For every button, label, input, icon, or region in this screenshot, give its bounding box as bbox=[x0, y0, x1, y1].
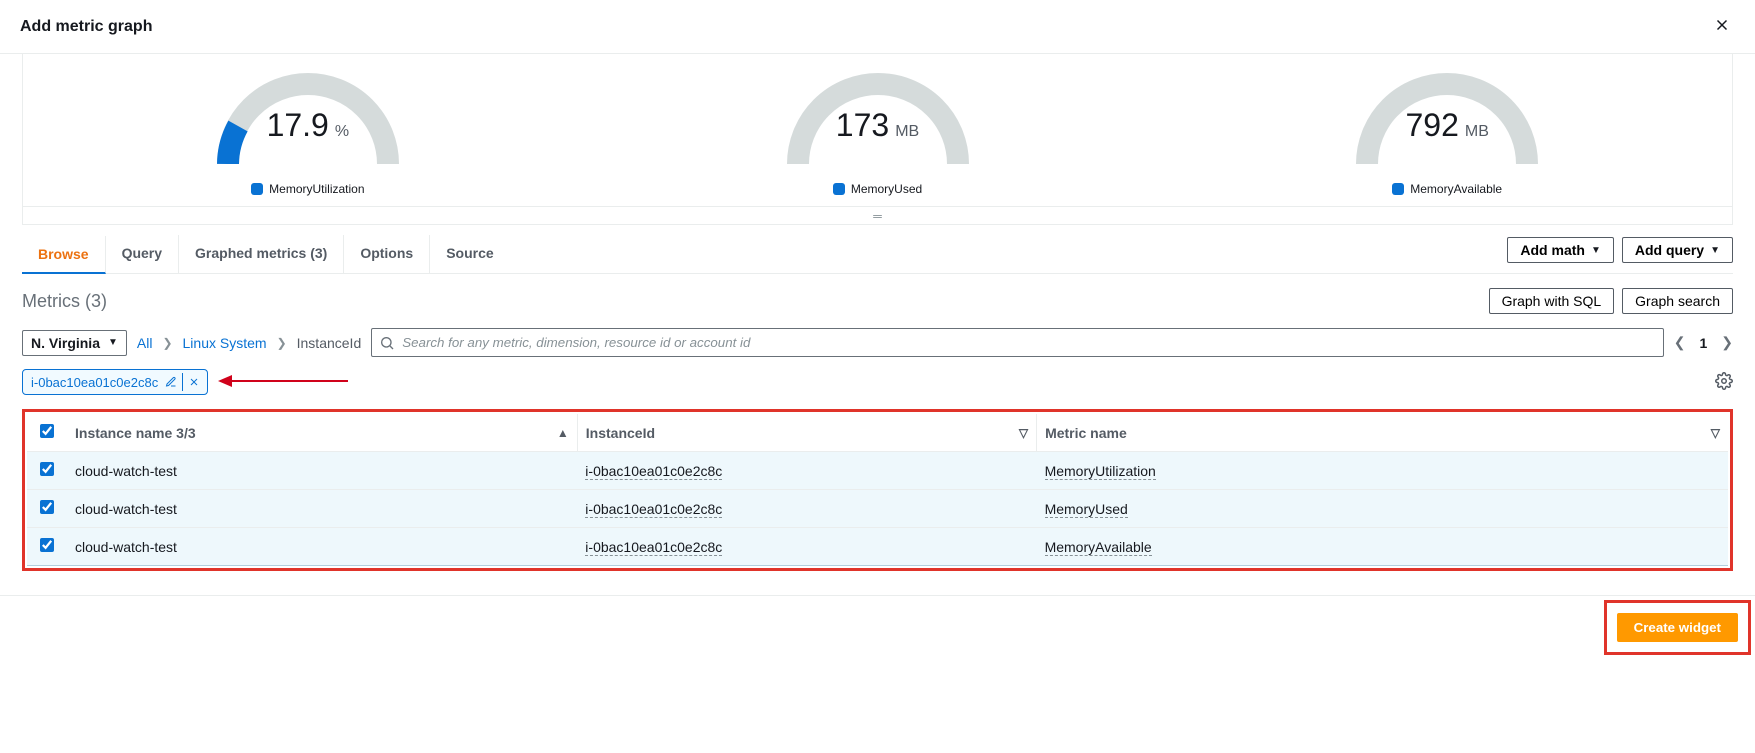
filter-token-remove-button[interactable] bbox=[185, 373, 203, 391]
gauge-memory-utilization: 17.9 % MemoryUtilization bbox=[23, 64, 593, 196]
metrics-heading-row: Metrics (3) Graph with SQL Graph search bbox=[22, 274, 1733, 328]
table-row[interactable]: cloud-watch-test i-0bac10ea01c0e2c8c Mem… bbox=[27, 528, 1728, 566]
tab-source[interactable]: Source bbox=[430, 235, 509, 273]
chevron-right-icon: ❯ bbox=[162, 336, 172, 350]
add-query-button[interactable]: Add query bbox=[1622, 237, 1733, 263]
create-widget-highlight: Create widget bbox=[1604, 600, 1751, 655]
gauge-memory-available: 792 MB MemoryAvailable bbox=[1162, 64, 1732, 196]
filter-token: i-0bac10ea01c0e2c8c bbox=[22, 369, 208, 395]
breadcrumb-all[interactable]: All bbox=[137, 335, 153, 351]
gauge-label: MemoryUtilization bbox=[269, 182, 364, 196]
prev-page-button[interactable]: ❮ bbox=[1674, 334, 1686, 351]
cell-instance-name: cloud-watch-test bbox=[75, 539, 177, 555]
tabs: Browse Query Graphed metrics (3) Options… bbox=[22, 235, 510, 273]
cell-metric[interactable]: MemoryUtilization bbox=[1045, 463, 1156, 480]
gauge-memory-used: 173 MB MemoryUsed bbox=[593, 64, 1163, 196]
settings-button[interactable] bbox=[1715, 372, 1733, 393]
tab-browse[interactable]: Browse bbox=[22, 236, 106, 274]
gear-icon bbox=[1715, 372, 1733, 390]
tabs-row: Browse Query Graphed metrics (3) Options… bbox=[22, 225, 1733, 274]
cell-metric[interactable]: MemoryUsed bbox=[1045, 501, 1128, 518]
tab-graphed-metrics[interactable]: Graphed metrics (3) bbox=[179, 235, 344, 273]
gauge-value: 792 bbox=[1405, 107, 1458, 144]
select-all-checkbox[interactable] bbox=[40, 424, 54, 438]
search-input[interactable] bbox=[371, 328, 1664, 357]
region-selector[interactable]: N. Virginia bbox=[22, 330, 127, 356]
metrics-heading-text: Metrics bbox=[22, 291, 80, 311]
gauge-value: 17.9 bbox=[267, 107, 329, 144]
cell-instanceid[interactable]: i-0bac10ea01c0e2c8c bbox=[585, 539, 722, 556]
gauge-value: 173 bbox=[836, 107, 889, 144]
legend-swatch-icon bbox=[833, 183, 845, 195]
dialog-header: Add metric graph bbox=[0, 0, 1755, 54]
gauge-label: MemoryUsed bbox=[851, 182, 922, 196]
gauge-label: MemoryAvailable bbox=[1410, 182, 1502, 196]
chevron-right-icon: ❯ bbox=[277, 336, 287, 350]
breadcrumb-instanceid: InstanceId bbox=[297, 335, 362, 351]
add-math-button[interactable]: Add math bbox=[1507, 237, 1613, 263]
metrics-heading: Metrics (3) bbox=[22, 291, 107, 312]
tab-options[interactable]: Options bbox=[344, 235, 430, 273]
token-divider bbox=[182, 373, 183, 391]
create-widget-button[interactable]: Create widget bbox=[1617, 613, 1738, 642]
filter-row: N. Virginia All ❯ Linux System ❯ Instanc… bbox=[22, 328, 1733, 357]
cell-instanceid[interactable]: i-0bac10ea01c0e2c8c bbox=[585, 501, 722, 518]
next-page-button[interactable]: ❯ bbox=[1721, 334, 1733, 351]
breadcrumb-linux-system[interactable]: Linux System bbox=[183, 335, 267, 351]
edit-icon bbox=[165, 376, 177, 388]
legend-swatch-icon bbox=[251, 183, 263, 195]
col-metric-name[interactable]: Metric name ▽ bbox=[1037, 414, 1728, 452]
cell-metric[interactable]: MemoryAvailable bbox=[1045, 539, 1152, 556]
cell-instanceid[interactable]: i-0bac10ea01c0e2c8c bbox=[585, 463, 722, 480]
resize-handle[interactable]: ═ bbox=[22, 207, 1733, 225]
cell-instance-name: cloud-watch-test bbox=[75, 501, 177, 517]
legend-swatch-icon bbox=[1392, 183, 1404, 195]
token-row: i-0bac10ea01c0e2c8c bbox=[22, 369, 1733, 395]
gauges-panel: 17.9 % MemoryUtilization 173 MB bbox=[22, 54, 1733, 207]
col-instance-name[interactable]: Instance name 3/3 ▲ bbox=[67, 414, 577, 452]
filter-token-text: i-0bac10ea01c0e2c8c bbox=[27, 375, 162, 390]
page-number: 1 bbox=[1699, 335, 1707, 351]
metrics-count: (3) bbox=[85, 291, 107, 311]
dialog-footer: Cancel Create widget bbox=[0, 595, 1755, 629]
gauge-unit: MB bbox=[895, 123, 919, 141]
row-checkbox[interactable] bbox=[40, 500, 54, 514]
annotation-arrow-icon bbox=[218, 371, 348, 394]
graph-search-button[interactable]: Graph search bbox=[1622, 288, 1733, 314]
metrics-table: Instance name 3/3 ▲ InstanceId ▽ Metric … bbox=[27, 414, 1728, 566]
cell-instance-name: cloud-watch-test bbox=[75, 463, 177, 479]
grip-icon: ═ bbox=[873, 210, 882, 222]
gauge-unit: % bbox=[335, 123, 349, 141]
search-icon bbox=[379, 335, 395, 351]
sort-icon: ▽ bbox=[1711, 426, 1720, 440]
dialog-title: Add metric graph bbox=[20, 18, 152, 36]
filter-token-edit-button[interactable] bbox=[162, 373, 180, 391]
close-button[interactable] bbox=[1709, 12, 1735, 41]
table-row[interactable]: cloud-watch-test i-0bac10ea01c0e2c8c Mem… bbox=[27, 452, 1728, 490]
col-instanceid[interactable]: InstanceId ▽ bbox=[577, 414, 1036, 452]
gauge-unit: MB bbox=[1465, 123, 1489, 141]
row-checkbox[interactable] bbox=[40, 462, 54, 476]
table-row[interactable]: cloud-watch-test i-0bac10ea01c0e2c8c Mem… bbox=[27, 490, 1728, 528]
pager: ❮ 1 ❯ bbox=[1674, 334, 1733, 351]
graph-with-sql-button[interactable]: Graph with SQL bbox=[1489, 288, 1615, 314]
close-icon bbox=[1713, 16, 1731, 34]
dialog-body: 17.9 % MemoryUtilization 173 MB bbox=[0, 54, 1755, 571]
metrics-table-highlight: Instance name 3/3 ▲ InstanceId ▽ Metric … bbox=[22, 409, 1733, 571]
sort-icon: ▽ bbox=[1019, 426, 1028, 440]
close-icon bbox=[188, 376, 200, 388]
sort-asc-icon: ▲ bbox=[557, 426, 569, 440]
row-checkbox[interactable] bbox=[40, 538, 54, 552]
tab-query[interactable]: Query bbox=[106, 235, 179, 273]
